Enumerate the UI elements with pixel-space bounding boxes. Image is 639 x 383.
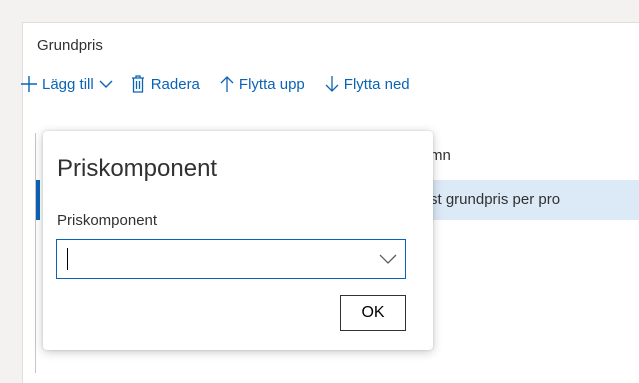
priskomponent-combobox[interactable] bbox=[56, 239, 406, 279]
panel-title: Grundpris bbox=[37, 37, 103, 54]
delete-label: Radera bbox=[150, 75, 200, 93]
text-caret bbox=[67, 248, 68, 270]
add-label: Lägg till bbox=[42, 75, 94, 93]
priskomponent-field-label: Priskomponent bbox=[57, 212, 158, 229]
toolbar: Lägg till Radera Flytta upp Flytta ned bbox=[20, 71, 420, 97]
trash-icon bbox=[131, 75, 145, 93]
chevron-down-icon[interactable] bbox=[99, 79, 113, 89]
chevron-down-icon[interactable] bbox=[379, 252, 397, 270]
move-down-button[interactable]: Flytta ned bbox=[325, 75, 410, 93]
priskomponent-input[interactable] bbox=[65, 246, 365, 272]
move-up-button[interactable]: Flytta upp bbox=[220, 75, 305, 93]
delete-button[interactable]: Radera bbox=[131, 75, 200, 93]
add-button[interactable]: Lägg till bbox=[20, 75, 113, 93]
table-row[interactable]: st grundpris per pro bbox=[420, 180, 639, 220]
move-up-label: Flytta upp bbox=[238, 75, 305, 93]
priskomponent-dialog: Priskomponent Priskomponent OK bbox=[43, 131, 433, 350]
arrow-down-icon bbox=[325, 75, 339, 93]
plus-icon bbox=[20, 75, 38, 93]
column-header[interactable]: mn bbox=[430, 147, 451, 164]
row-selection-indicator bbox=[36, 180, 40, 220]
arrow-up-icon bbox=[220, 75, 234, 93]
dialog-title: Priskomponent bbox=[57, 155, 218, 182]
ok-button[interactable]: OK bbox=[340, 295, 406, 331]
move-down-label: Flytta ned bbox=[343, 75, 410, 93]
